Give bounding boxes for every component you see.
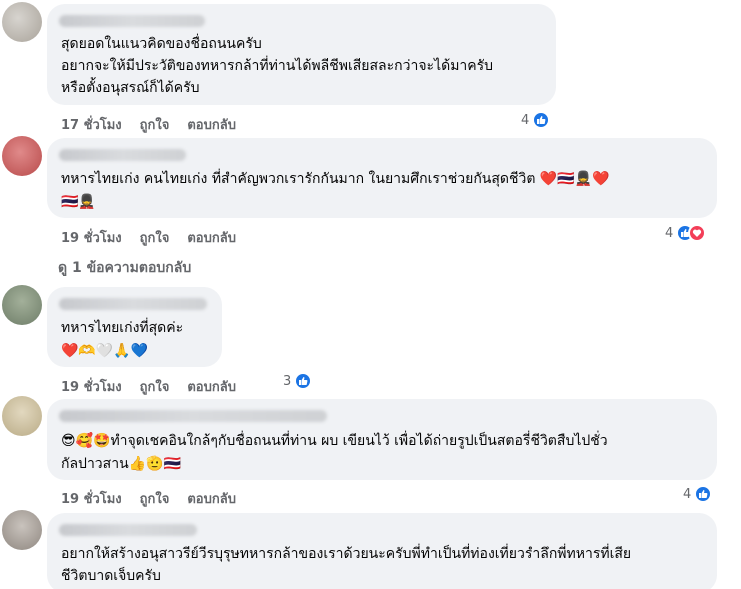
reply-button[interactable]: ตอบกลับ xyxy=(187,227,236,248)
avatar[interactable] xyxy=(2,510,42,550)
like-button[interactable]: ถูกใจ xyxy=(140,488,170,509)
reaction-summary[interactable]: 3 xyxy=(283,372,313,390)
reaction-summary[interactable]: 4 xyxy=(521,111,551,129)
commenter-name[interactable] xyxy=(59,524,197,536)
reply-button[interactable]: ตอบกลับ xyxy=(187,488,236,509)
comment-text: ทหารไทยเก่งที่สุดค่ะ xyxy=(61,320,184,336)
avatar[interactable] xyxy=(2,396,42,436)
avatar[interactable] xyxy=(2,285,42,325)
timestamp[interactable]: 17 ชั่วโมง xyxy=(61,114,122,135)
like-button[interactable]: ถูกใจ xyxy=(140,114,170,135)
avatar[interactable] xyxy=(2,2,42,42)
view-replies-link[interactable]: ดู 1 ข้อความตอบกลับ xyxy=(58,257,191,279)
reaction-count: 4 xyxy=(665,225,674,241)
reaction-count: 4 xyxy=(521,112,530,128)
timestamp[interactable]: 19 ชั่วโมง xyxy=(61,488,122,509)
like-button[interactable]: ถูกใจ xyxy=(140,376,170,397)
comment-text: หรือตั้งอนุสรณ์ก็ได้ครับ xyxy=(61,80,200,96)
comment-text: กัลปาวสาน👍🫡🇹🇭 xyxy=(61,456,181,472)
reaction-count: 4 xyxy=(683,486,692,502)
comment-text: 😎🥰🤩ทำจุดเชคอินใกล้ๆกับชื่อถนนที่ท่าน ผบ … xyxy=(61,433,608,449)
reaction-summary[interactable]: 4 xyxy=(683,485,713,503)
comment-actions: 19 ชั่วโมง ถูกใจ ตอบกลับ xyxy=(61,488,254,509)
like-button[interactable]: ถูกใจ xyxy=(140,227,170,248)
comment-text: ทหารไทยเก่ง คนไทยเก่ง ที่สำคัญพวกเรารักก… xyxy=(61,171,610,187)
thumbs-up-icon xyxy=(294,372,313,390)
comment-actions: 19 ชั่วโมง ถูกใจ ตอบกลับ xyxy=(61,376,254,397)
comment-actions: 19 ชั่วโมง ถูกใจ ตอบกลับ xyxy=(61,227,254,248)
comment-text: อยากให้สร้างอนุสาวรีย์วีรบุรุษทหารกล้าขอ… xyxy=(61,546,632,562)
comment-text: สุดยอดในแนวคิดของชื่อถนนครับ xyxy=(61,36,262,52)
thumbs-up-icon xyxy=(694,485,713,503)
commenter-name[interactable] xyxy=(59,15,205,27)
comment-actions: 17 ชั่วโมง ถูกใจ ตอบกลับ xyxy=(61,114,254,135)
commenter-name[interactable] xyxy=(59,149,186,161)
reply-button[interactable]: ตอบกลับ xyxy=(187,114,236,135)
reaction-summary[interactable]: 4 xyxy=(665,224,707,242)
thumbs-up-icon xyxy=(532,111,551,129)
heart-icon xyxy=(688,224,707,242)
comment-text: 🇹🇭💂 xyxy=(61,194,96,210)
reaction-count: 3 xyxy=(283,373,292,389)
commenter-name[interactable] xyxy=(59,410,327,422)
commenter-name[interactable] xyxy=(59,298,207,310)
timestamp[interactable]: 19 ชั่วโมง xyxy=(61,376,122,397)
avatar[interactable] xyxy=(2,136,42,176)
timestamp[interactable]: 19 ชั่วโมง xyxy=(61,227,122,248)
reply-button[interactable]: ตอบกลับ xyxy=(187,376,236,397)
comment-text: ❤️🫶🤍🙏💙 xyxy=(61,343,149,359)
comment-text: ชีวิตบาดเจ็บครับ xyxy=(61,568,161,584)
comment-text: อยากจะให้มีประวัติของทหารกล้าที่ท่านได้พ… xyxy=(61,58,494,74)
